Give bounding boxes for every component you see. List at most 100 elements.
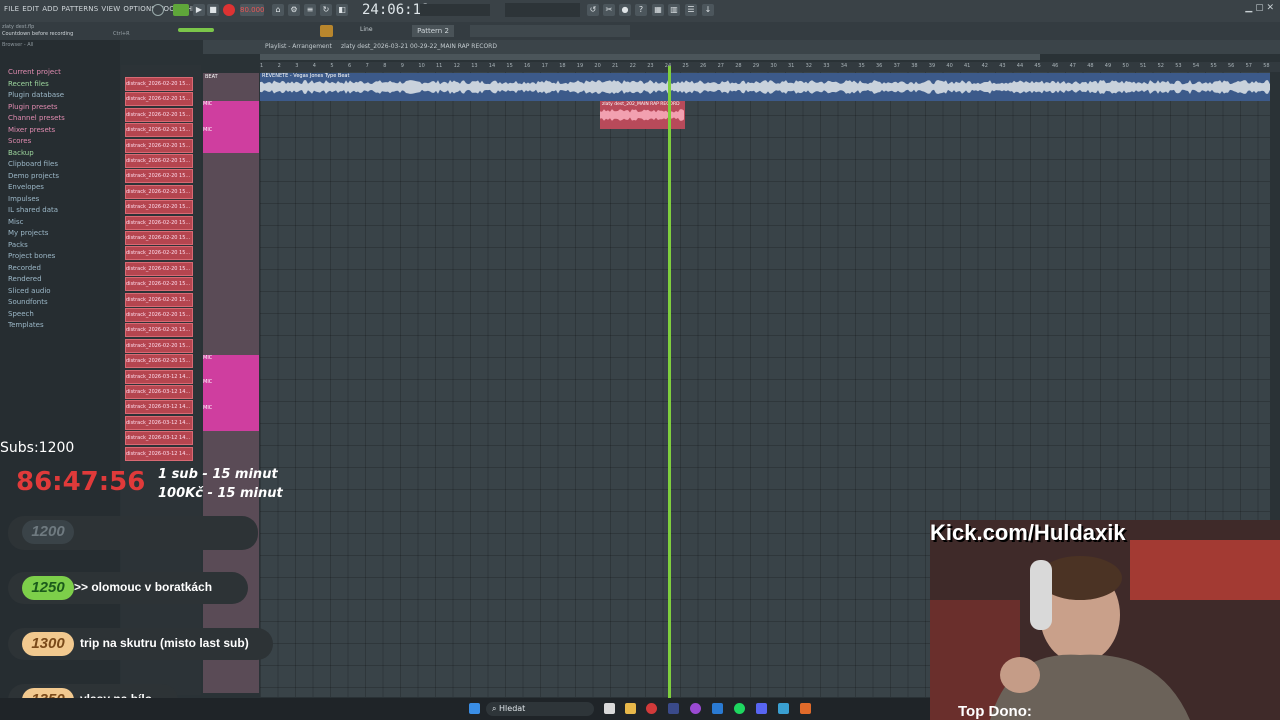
browser-item[interactable]: Sliced audio xyxy=(8,287,51,295)
channel-rack-icon[interactable]: ▥ xyxy=(668,4,680,16)
master-volume-slider[interactable] xyxy=(178,28,214,32)
app-icon[interactable] xyxy=(668,703,679,714)
audio-clip[interactable]: distrack_2026-02-20 15... xyxy=(125,184,193,199)
mic-lane[interactable]: MIC xyxy=(203,405,259,431)
audio-clip[interactable]: distrack_2026-02-20 15... xyxy=(125,246,193,261)
mic-lane[interactable]: MIC xyxy=(203,379,259,405)
browser-icon[interactable] xyxy=(690,703,701,714)
audio-clip[interactable]: distrack_2026-02-20 15... xyxy=(125,277,193,292)
mic-icon[interactable]: ● xyxy=(619,4,631,16)
browser-item[interactable]: IL shared data xyxy=(8,206,58,214)
audio-clip[interactable]: distrack_2026-03-12 14... xyxy=(125,385,193,399)
audio-clip[interactable]: distrack_2026-02-20 15... xyxy=(125,138,193,153)
step-edit-icon[interactable]: ◧ xyxy=(336,4,348,16)
countdown-icon[interactable]: ≡ xyxy=(304,4,316,16)
audio-clip[interactable]: distrack_2026-02-20 15... xyxy=(125,200,193,215)
app3-icon[interactable] xyxy=(778,703,789,714)
audio-clip[interactable]: distrack_2026-02-20 15... xyxy=(125,215,193,230)
wait-input-icon[interactable]: ⚙ xyxy=(288,4,300,16)
beat-audio-clip[interactable] xyxy=(260,73,1270,101)
pattern-select[interactable]: Pattern 2 xyxy=(412,25,454,37)
loop-record-icon[interactable]: ↻ xyxy=(320,4,332,16)
browser-item[interactable]: Templates xyxy=(8,321,44,329)
taskbar-search[interactable]: ⌕ Hledat xyxy=(486,702,594,716)
audio-clip[interactable]: distrack_2026-03-12 14... xyxy=(125,446,193,461)
mic-lane[interactable]: MIC xyxy=(203,127,259,153)
browser-item[interactable]: Clipboard files xyxy=(8,160,58,168)
audio-clip[interactable]: distrack_2026-02-20 15... xyxy=(125,123,193,138)
browser-item[interactable]: Plugin database xyxy=(8,91,64,99)
record-button[interactable] xyxy=(223,4,235,16)
audio-clip[interactable]: distrack_2026-02-20 15... xyxy=(125,77,193,91)
browser-item[interactable]: Current project xyxy=(8,68,61,76)
browser-item[interactable]: Speech xyxy=(8,310,34,318)
playhead-marker[interactable] xyxy=(668,66,671,698)
timeline-ruler[interactable]: 1234567891011121314151617181920212223242… xyxy=(260,62,1280,72)
browser-item[interactable]: Impulses xyxy=(8,195,39,203)
menu-edit[interactable]: EDIT xyxy=(22,5,39,13)
audio-clip[interactable]: distrack_2026-02-20 15... xyxy=(125,231,193,245)
browser-item[interactable]: Recorded xyxy=(8,264,41,272)
tempo-display[interactable]: 80.000 xyxy=(240,4,265,16)
view-shortcut-icons[interactable] xyxy=(470,25,630,37)
audio-clip[interactable]: distrack_2026-02-20 15... xyxy=(125,323,193,338)
menu-add[interactable]: ADD xyxy=(42,5,58,13)
cut-icon[interactable]: ✂ xyxy=(603,4,615,16)
file-explorer-icon[interactable] xyxy=(625,703,636,714)
browser-item[interactable]: Demo projects xyxy=(8,172,59,180)
browser-item[interactable]: Plugin presets xyxy=(8,103,57,111)
browser-item[interactable]: Soundfonts xyxy=(8,298,48,306)
audio-clip[interactable]: distrack_2026-02-20 15... xyxy=(125,261,193,276)
audio-clip[interactable]: distrack_2026-02-20 15... xyxy=(125,354,193,369)
mixer-icon[interactable]: ▦ xyxy=(652,4,664,16)
browser-item[interactable]: Scores xyxy=(8,137,31,145)
menu-file[interactable]: FILE xyxy=(4,5,19,13)
playlist-horizontal-scrollbar[interactable] xyxy=(260,54,1040,60)
spotify-icon[interactable] xyxy=(734,703,745,714)
song-mode-toggle[interactable] xyxy=(152,4,164,16)
snap-icon[interactable] xyxy=(320,25,333,37)
menu-view[interactable]: VIEW xyxy=(101,5,120,13)
browser-item[interactable]: My projects xyxy=(8,229,48,237)
stop-button[interactable]: ■ xyxy=(207,4,219,16)
audio-clip[interactable]: distrack_2026-02-20 15... xyxy=(125,154,193,168)
audio-clip[interactable]: distrack_2026-02-20 15... xyxy=(125,308,193,322)
task-view-icon[interactable] xyxy=(604,703,615,714)
browser-item[interactable]: Recent files xyxy=(8,80,49,88)
help-icon[interactable]: ? xyxy=(635,4,647,16)
discord-icon[interactable] xyxy=(756,703,767,714)
app2-icon[interactable] xyxy=(712,703,723,714)
browser-item[interactable]: Rendered xyxy=(8,275,42,283)
audio-clip[interactable]: distrack_2026-03-12 14... xyxy=(125,369,193,384)
opera-icon[interactable] xyxy=(646,703,657,714)
audio-clip[interactable]: distrack_2026-02-20 15... xyxy=(125,292,193,307)
audio-clip[interactable]: distrack_2026-03-12 14... xyxy=(125,431,193,446)
mic-lane[interactable]: MIC xyxy=(203,355,259,381)
audio-clip[interactable]: distrack_2026-03-12 14... xyxy=(125,400,193,415)
pattern-song-switch[interactable] xyxy=(173,4,189,16)
audio-clip[interactable]: distrack_2026-02-20 15... xyxy=(125,107,193,122)
start-icon[interactable] xyxy=(469,703,480,714)
browser-item[interactable]: Misc xyxy=(8,218,23,226)
browser-item[interactable]: Backup xyxy=(8,149,34,157)
audio-clip[interactable]: distrack_2026-02-20 15... xyxy=(125,92,193,107)
undo-icon[interactable]: ↺ xyxy=(587,4,599,16)
download-icon[interactable]: ↓ xyxy=(702,4,714,16)
audio-clip[interactable]: distrack_2026-02-20 15... xyxy=(125,169,193,184)
metronome-icon[interactable]: ⌂ xyxy=(272,4,284,16)
snap-select[interactable]: Line xyxy=(360,26,373,33)
audio-clip[interactable]: distrack_2026-03-12 14... xyxy=(125,415,193,430)
chat-icon[interactable]: ☰ xyxy=(685,4,697,16)
window-controls[interactable]: ▁ ▢ ✕ xyxy=(1245,3,1274,13)
ruler-bar-number: 57 xyxy=(1245,63,1252,69)
play-button[interactable]: ▶ xyxy=(193,4,205,16)
browser-item[interactable]: Channel presets xyxy=(8,114,65,122)
browser-item[interactable]: Project bones xyxy=(8,252,55,260)
fl-studio-icon[interactable] xyxy=(800,703,811,714)
audio-clip[interactable]: distrack_2026-02-20 15... xyxy=(125,338,193,353)
menu-patterns[interactable]: PATTERNS xyxy=(61,5,98,13)
mic-lane[interactable]: MIC xyxy=(203,101,259,127)
browser-item[interactable]: Envelopes xyxy=(8,183,44,191)
browser-item[interactable]: Packs xyxy=(8,241,28,249)
browser-item[interactable]: Mixer presets xyxy=(8,126,55,134)
